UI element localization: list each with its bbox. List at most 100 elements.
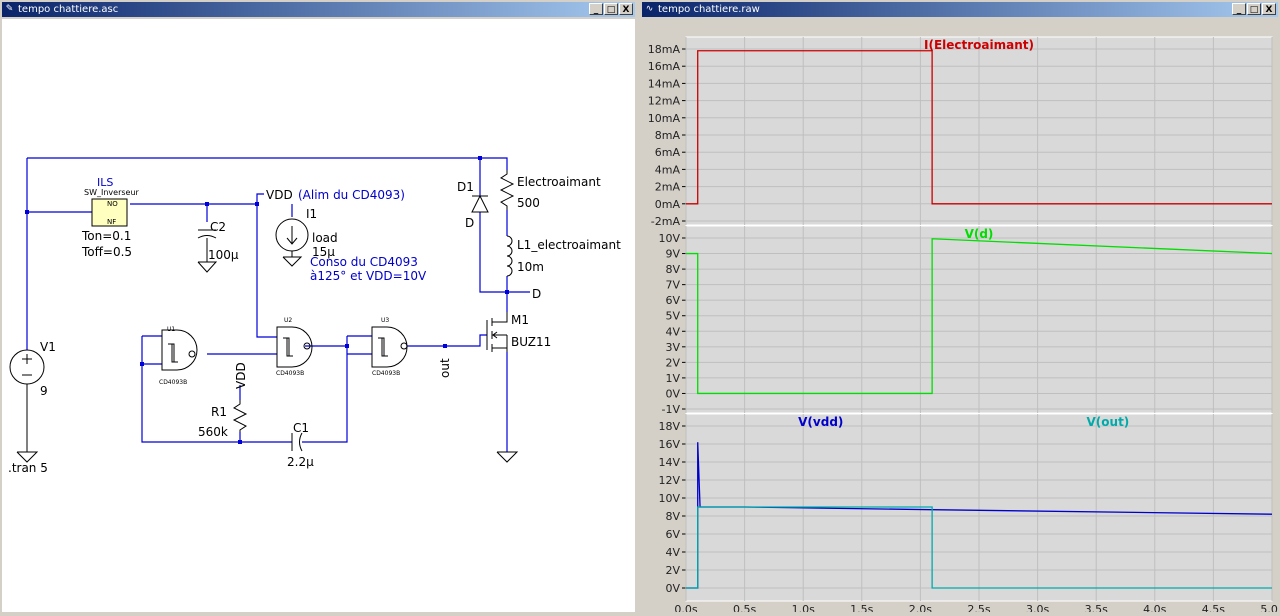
restore-button[interactable]: □ — [604, 3, 618, 15]
minimize-button[interactable]: _ — [1232, 3, 1246, 15]
m1-mosfet[interactable] — [486, 312, 508, 352]
y-tick-label: 0V — [665, 387, 680, 400]
trace-name-label[interactable]: V(d) — [965, 227, 994, 241]
c1-capacitor[interactable] — [291, 432, 303, 452]
electroaimant-label: Electroaimant — [517, 175, 601, 189]
l1-inductor[interactable] — [506, 235, 513, 277]
minimize-button[interactable]: _ — [589, 3, 603, 15]
nf-label: NF — [107, 218, 116, 226]
u1-label: U1 — [167, 326, 175, 333]
waveform-title: tempo chattiere.raw — [658, 4, 760, 15]
out-net-label: out — [438, 358, 452, 378]
close-button[interactable]: X — [1262, 3, 1276, 15]
y-tick-label: 2V — [665, 564, 680, 577]
x-tick-label: 2.5s — [967, 603, 990, 612]
m1-model: BUZ11 — [511, 335, 551, 349]
x-tick-label: 3.0s — [1026, 603, 1049, 612]
d-net-label: D — [532, 287, 541, 301]
schematic-app-icon: ✎ — [5, 4, 14, 14]
y-tick-label: 0mA — [655, 198, 681, 211]
sw-inverseur-label: SW_Inverseur — [84, 188, 140, 197]
y-tick-label: 4V — [665, 546, 680, 559]
waveform-window: ∿ tempo chattiere.raw _ □ X -2mA 0mA 2mA 4m… — [640, 0, 1280, 616]
y-tick-label: 0V — [665, 582, 680, 595]
x-tick-label: 1.5s — [850, 603, 873, 612]
conso-comment-line2: à125° et VDD=10V — [310, 269, 427, 283]
r1-label: R1 — [211, 405, 227, 419]
close-button[interactable]: X — [619, 3, 633, 15]
y-tick-label: 12mA — [648, 95, 681, 108]
y-tick-label: 4V — [665, 325, 680, 338]
x-tick-label: 2.0s — [909, 603, 932, 612]
y-tick-label: 9V — [665, 248, 680, 261]
i1-label: I1 — [306, 207, 317, 221]
c1-label: C1 — [293, 421, 309, 435]
y-tick-label: 8V — [665, 510, 680, 523]
r1-vdd-label: VDD — [234, 362, 248, 389]
x-tick-label: 4.5s — [1202, 603, 1225, 612]
x-tick-label: 0.0s — [674, 603, 697, 612]
y-tick-label: 14mA — [648, 77, 681, 90]
y-tick-label: 10mA — [648, 112, 681, 125]
r1-value: 560k — [198, 425, 228, 439]
u3-model: CD4093B — [372, 370, 400, 377]
waveform-app-icon: ∿ — [645, 4, 654, 14]
x-tick-label: 3.5s — [1085, 603, 1108, 612]
d1-diode[interactable] — [471, 194, 489, 213]
y-tick-label: 16mA — [648, 60, 681, 73]
y-tick-label: 18V — [658, 420, 680, 433]
u1-model: CD4093B — [159, 379, 187, 386]
y-tick-label: 10V — [658, 492, 680, 505]
conso-comment-line1: Conso du CD4093 — [310, 255, 418, 269]
waveform-titlebar[interactable]: ∿ tempo chattiere.raw _ □ X — [642, 2, 1278, 17]
trace-name-label[interactable]: V(out) — [1087, 415, 1130, 429]
trace-name-label[interactable]: V(vdd) — [798, 415, 843, 429]
y-tick-label: 8mA — [655, 129, 681, 142]
u3-label: U3 — [381, 317, 389, 324]
ton-label: Ton=0.1 — [81, 229, 131, 243]
r1-resistor[interactable] — [232, 400, 248, 432]
y-tick-label: 6mA — [655, 146, 681, 159]
m1-label: M1 — [511, 313, 529, 327]
u2-gate[interactable] — [276, 326, 313, 368]
i1-load-label: load — [312, 231, 338, 245]
schematic-window: ✎ tempo chattiere.asc _ □ X ILS SW_Inver… — [0, 0, 637, 614]
c1-value: 2.2µ — [287, 455, 314, 469]
c2-value: 100µ — [208, 248, 239, 262]
electroaimant-resistor[interactable] — [499, 170, 515, 210]
y-tick-label: 10V — [658, 232, 680, 245]
schematic-titlebar[interactable]: ✎ tempo chattiere.asc _ □ X — [2, 2, 635, 17]
y-tick-label: 14V — [658, 456, 680, 469]
u2-model: CD4093B — [276, 370, 304, 377]
ils-switch[interactable]: ILS SW_Inverseur NO NF Ton=0.1 Toff=0.5 — [81, 176, 140, 259]
m1-ground-icon — [496, 451, 519, 463]
x-tick-label: 1.0s — [792, 603, 815, 612]
y-tick-label: 6V — [665, 528, 680, 541]
v1-value: 9 — [40, 384, 48, 398]
y-tick-label: -2mA — [651, 215, 681, 228]
y-tick-label: 16V — [658, 438, 680, 451]
y-tick-label: 18mA — [648, 43, 681, 56]
u3-gate[interactable] — [371, 326, 408, 368]
u2-label: U2 — [284, 317, 292, 324]
plot-area[interactable]: -2mA 0mA 2mA 4mA 6mA 8mA 10mA 12mA 14mA 16mA 18mA I… — [642, 19, 1280, 616]
y-tick-label: 5V — [665, 310, 680, 323]
restore-button[interactable]: □ — [1247, 3, 1261, 15]
y-tick-label: 2V — [665, 356, 680, 369]
y-tick-label: 2mA — [655, 181, 681, 194]
trace-name-label[interactable]: I(Electroaimant) — [924, 38, 1034, 52]
y-tick-label: 4mA — [655, 163, 681, 176]
schematic-canvas[interactable]: ILS SW_Inverseur NO NF Ton=0.1 Toff=0.5 … — [2, 19, 635, 612]
u1-gate[interactable] — [161, 329, 198, 371]
vdd-net-label: VDD — [266, 188, 293, 202]
x-tick-label: 5.0s — [1260, 603, 1278, 612]
i1-current-source[interactable] — [275, 218, 309, 267]
d1-label: D1 — [457, 180, 474, 194]
y-tick-label: 12V — [658, 474, 680, 487]
schematic-title: tempo chattiere.asc — [18, 4, 119, 15]
tran-directive: .tran 5 — [8, 461, 48, 475]
x-tick-label: 4.0s — [1143, 603, 1166, 612]
v1-source[interactable] — [9, 349, 45, 463]
electroaimant-value: 500 — [517, 196, 540, 210]
x-tick-label: 0.5s — [733, 603, 756, 612]
